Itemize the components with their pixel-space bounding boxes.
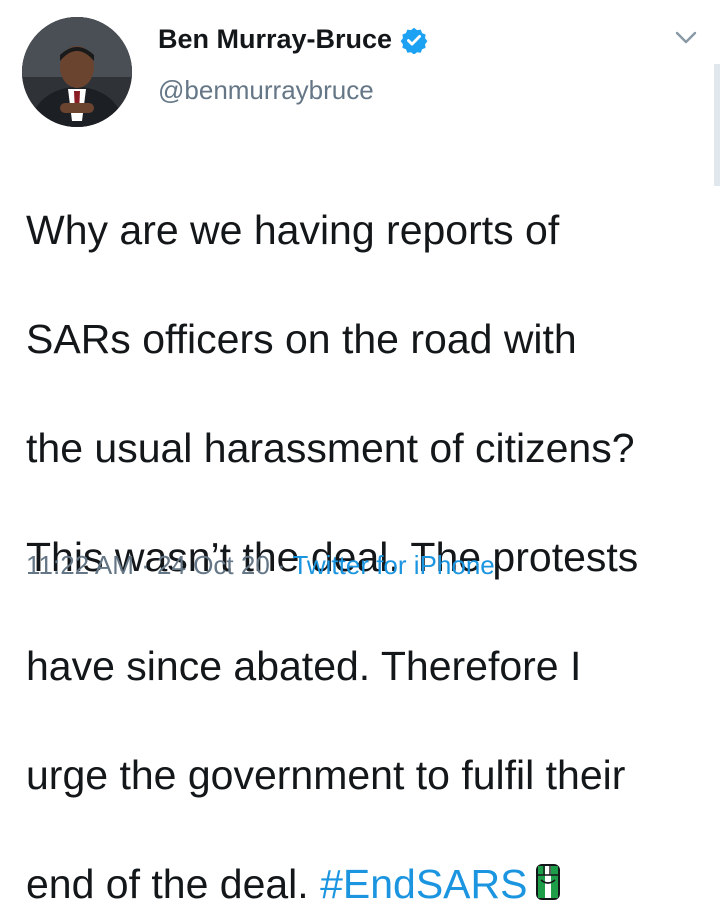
tweet-line: the usual harassment of citizens? (26, 424, 635, 471)
tweet-source-link[interactable]: Twitter for iPhone (292, 550, 494, 580)
tweet-line: have since abated. Therefore I (26, 642, 582, 689)
meta-separator: · (269, 550, 293, 580)
raised-fist-nigeria-icon (536, 863, 561, 900)
tweet-time[interactable]: 11:22 AM (26, 550, 134, 580)
author-name-row: Ben Murray-Bruce (158, 24, 428, 55)
hashtag-link[interactable]: #EndSARS (320, 861, 527, 907)
tweet-line: Why are we having reports of (26, 206, 560, 253)
tweet-meta: 11:22 AM · 24 Oct 20 · Twitter for iPhon… (26, 550, 495, 581)
avatar-image (22, 17, 132, 127)
tweet-line: SARs officers on the road with (26, 315, 577, 362)
avatar[interactable] (22, 17, 132, 127)
verified-badge-icon (400, 27, 428, 54)
chevron-down-icon[interactable] (674, 30, 698, 46)
tweet-line: end of the deal. (26, 860, 321, 907)
meta-separator: · (133, 550, 158, 580)
author-name[interactable]: Ben Murray-Bruce (158, 24, 392, 55)
scrollbar[interactable] (714, 64, 720, 186)
tweet-text: Why are we having reports of SARs office… (26, 148, 706, 911)
author-handle[interactable]: @benmurraybruce (158, 75, 374, 106)
tweet-date[interactable]: 24 Oct 20 (157, 550, 270, 580)
tweet-line: urge the government to fulfil their (26, 751, 626, 798)
